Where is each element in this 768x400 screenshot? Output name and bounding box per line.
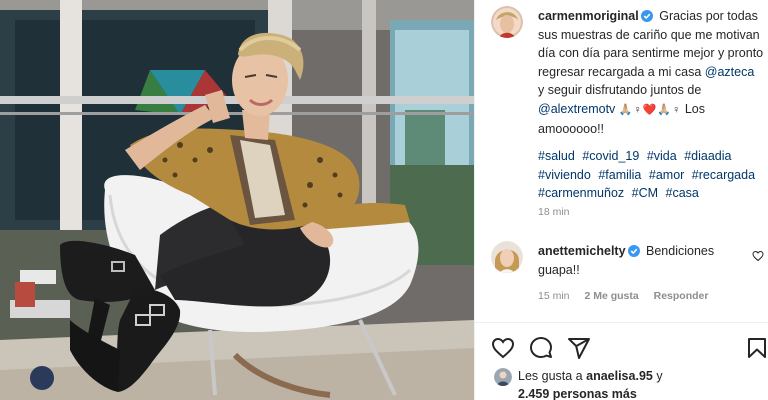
verified-badge-icon bbox=[640, 10, 653, 22]
comment: anettemichelty Bendiciones guapa!! bbox=[538, 242, 744, 279]
likes-count[interactable]: 2.459 personas más bbox=[518, 387, 637, 400]
likes-text: Les gusta a anaelisa.95 y bbox=[518, 369, 663, 383]
hashtag-link[interactable]: #CM bbox=[632, 186, 658, 200]
mention-link-1[interactable]: @azteca bbox=[705, 65, 755, 79]
post-photo-illustration bbox=[0, 0, 474, 400]
caption-author-username[interactable]: carmenmoriginal bbox=[538, 9, 639, 23]
hashtag-link[interactable]: #covid_19 bbox=[582, 149, 639, 163]
hashtag-link[interactable]: #recargada bbox=[692, 168, 755, 182]
liker-avatar-image bbox=[494, 368, 512, 386]
hashtag-link[interactable]: #salud bbox=[538, 149, 575, 163]
post-timestamp[interactable]: 18 min bbox=[538, 206, 570, 218]
mention-link-2[interactable]: @alextremotv bbox=[538, 102, 615, 116]
commenter-avatar-image bbox=[491, 241, 523, 273]
hashtag-link[interactable]: #familia bbox=[598, 168, 641, 182]
hashtag-list: #salud #covid_19 #vida #diaadia #viviend… bbox=[538, 147, 764, 203]
reply-button[interactable]: Responder bbox=[654, 290, 709, 302]
comment-timestamp[interactable]: 15 min bbox=[538, 290, 570, 302]
bookmark-icon[interactable] bbox=[745, 336, 768, 360]
commenter-username[interactable]: anettemichelty bbox=[538, 244, 626, 258]
hashtag-link[interactable]: #casa bbox=[666, 186, 699, 200]
commenter-avatar[interactable] bbox=[491, 241, 523, 273]
paper-plane-icon[interactable] bbox=[567, 336, 591, 360]
comment-meta: 15 min 2 Me gusta Responder bbox=[538, 290, 720, 302]
comment-likes-count[interactable]: 2 Me gusta bbox=[584, 290, 638, 302]
hashtag-link[interactable]: #viviendo bbox=[538, 168, 591, 182]
liker-username[interactable]: anaelisa.95 bbox=[586, 369, 653, 383]
caption-emojis: 🙏🏼♀❤️🙏🏼♀ bbox=[618, 103, 682, 116]
section-divider bbox=[475, 322, 768, 323]
hashtag-link[interactable]: #vida bbox=[647, 149, 677, 163]
author-avatar-image bbox=[491, 6, 523, 38]
liker-avatar[interactable] bbox=[494, 368, 512, 386]
author-avatar[interactable] bbox=[491, 6, 523, 38]
post-details-panel: carmenmoriginal Gracias por todas sus mu… bbox=[474, 0, 768, 400]
comment-bubble-icon[interactable] bbox=[529, 336, 553, 360]
verified-badge-icon bbox=[627, 245, 640, 257]
heart-icon[interactable] bbox=[491, 336, 515, 360]
hashtag-link[interactable]: #carmenmuñoz bbox=[538, 186, 624, 200]
post-photo[interactable] bbox=[0, 0, 474, 400]
post-caption: carmenmoriginal Gracias por todas sus mu… bbox=[538, 7, 764, 203]
likes-suffix: y bbox=[656, 369, 663, 383]
hashtag-link[interactable]: #amor bbox=[649, 168, 684, 182]
caption-text-2: y seguir disfrutando juntos de bbox=[538, 83, 702, 98]
hashtag-link[interactable]: #diaadia bbox=[684, 149, 731, 163]
comment-heart-icon[interactable] bbox=[752, 250, 764, 262]
likes-prefix: Les gusta a bbox=[518, 369, 583, 383]
